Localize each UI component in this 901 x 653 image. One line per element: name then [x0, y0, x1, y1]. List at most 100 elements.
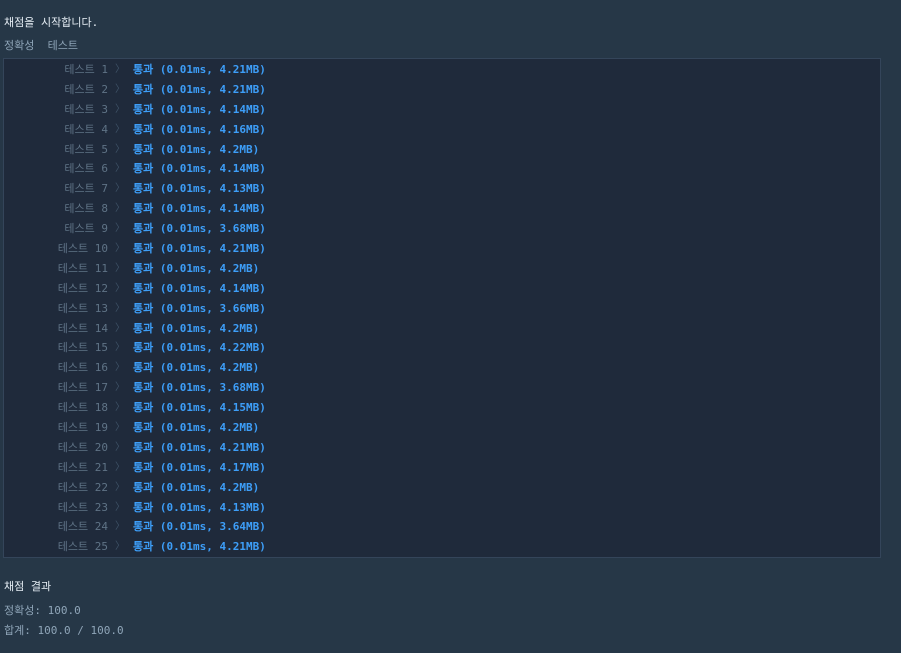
test-label: 테스트 23 [57, 500, 108, 514]
test-result-status: 통과 (0.01ms, 4.2MB) [133, 421, 260, 435]
test-label: 테스트 24 [57, 520, 108, 534]
test-result-row: 테스트 2 〉 통과 (0.01ms, 4.21MB) [4, 80, 880, 100]
test-result-row: 테스트 3 〉 통과 (0.01ms, 4.14MB) [4, 100, 880, 120]
chevron-right-icon: 〉 [115, 103, 125, 115]
test-result-row: 테스트 10 〉 통과 (0.01ms, 4.21MB) [4, 239, 880, 259]
test-label: 테스트 15 [57, 341, 108, 355]
test-result-status: 통과 (0.01ms, 4.13MB) [133, 182, 266, 196]
test-result-status: 통과 (0.01ms, 3.64MB) [133, 520, 266, 534]
test-result-row: 테스트 7 〉 통과 (0.01ms, 4.13MB) [4, 179, 880, 199]
test-label: 테스트 11 [57, 261, 108, 275]
test-result-row: 테스트 20 〉 통과 (0.01ms, 4.21MB) [4, 438, 880, 458]
chevron-right-icon: 〉 [115, 243, 125, 255]
chevron-right-icon: 〉 [115, 322, 125, 334]
test-result-row: 테스트 16 〉 통과 (0.01ms, 4.2MB) [4, 358, 880, 378]
test-result-row: 테스트 4 〉 통과 (0.01ms, 4.16MB) [4, 120, 880, 140]
chevron-right-icon: 〉 [115, 402, 125, 414]
chevron-right-icon: 〉 [115, 203, 125, 215]
test-result-status: 통과 (0.01ms, 4.14MB) [133, 202, 266, 216]
test-result-status: 통과 (0.01ms, 4.21MB) [133, 540, 266, 554]
chevron-right-icon: 〉 [115, 163, 125, 175]
test-result-row: 테스트 6 〉 통과 (0.01ms, 4.14MB) [4, 159, 880, 179]
test-result-row: 테스트 12 〉 통과 (0.01ms, 4.14MB) [4, 279, 880, 299]
test-result-status: 통과 (0.01ms, 4.17MB) [133, 460, 266, 474]
test-label: 테스트 25 [57, 540, 108, 554]
chevron-right-icon: 〉 [115, 223, 125, 235]
test-result-row: 테스트 5 〉 통과 (0.01ms, 4.2MB) [4, 140, 880, 160]
test-label: 테스트 3 [64, 102, 108, 116]
test-label: 테스트 6 [64, 162, 108, 176]
test-result-status: 통과 (0.01ms, 4.2MB) [133, 321, 260, 335]
test-result-status: 통과 (0.01ms, 4.2MB) [133, 361, 260, 375]
test-label: 테스트 19 [57, 421, 108, 435]
test-label: 테스트 4 [64, 122, 108, 136]
test-label: 테스트 16 [57, 361, 108, 375]
chevron-right-icon: 〉 [115, 123, 125, 135]
total-score: 합계: 100.0 / 100.0 [4, 624, 124, 637]
chevron-right-icon: 〉 [115, 441, 125, 453]
test-label: 테스트 8 [64, 202, 108, 216]
accuracy-test-section-label: 정확성 테스트 [4, 39, 78, 52]
test-label: 테스트 9 [64, 222, 108, 236]
test-label: 테스트 10 [57, 242, 108, 256]
test-result-status: 통과 (0.01ms, 4.2MB) [133, 142, 260, 156]
chevron-right-icon: 〉 [115, 282, 125, 294]
test-label: 테스트 20 [57, 440, 108, 454]
chevron-right-icon: 〉 [115, 83, 125, 95]
test-label: 테스트 12 [57, 281, 108, 295]
test-result-status: 통과 (0.01ms, 4.2MB) [133, 261, 260, 275]
chevron-right-icon: 〉 [115, 342, 125, 354]
test-result-status: 통과 (0.01ms, 4.16MB) [133, 122, 266, 136]
test-results-panel: 테스트 1 〉 통과 (0.01ms, 4.21MB) 테스트 2 〉 통과 (0.01m… [3, 58, 881, 558]
chevron-right-icon: 〉 [115, 481, 125, 493]
test-result-row: 테스트 15 〉 통과 (0.01ms, 4.22MB) [4, 338, 880, 358]
grading-start-message: 채점을 시작합니다. [4, 16, 99, 29]
chevron-right-icon: 〉 [115, 382, 125, 394]
test-result-row: 테스트 23 〉 통과 (0.01ms, 4.13MB) [4, 498, 880, 518]
test-label: 테스트 21 [57, 460, 108, 474]
test-label: 테스트 13 [57, 301, 108, 315]
test-label: 테스트 1 [64, 63, 108, 76]
test-result-status: 통과 (0.01ms, 4.13MB) [133, 500, 266, 514]
chevron-right-icon: 〉 [115, 183, 125, 195]
chevron-right-icon: 〉 [115, 143, 125, 155]
chevron-right-icon: 〉 [115, 362, 125, 374]
test-result-row: 테스트 9 〉 통과 (0.01ms, 3.68MB) [4, 219, 880, 239]
chevron-right-icon: 〉 [115, 461, 125, 473]
test-result-row: 테스트 8 〉 통과 (0.01ms, 4.14MB) [4, 199, 880, 219]
chevron-right-icon: 〉 [115, 262, 125, 274]
test-results-list: 테스트 1 〉 통과 (0.01ms, 4.21MB) 테스트 2 〉 통과 (0.01m… [4, 60, 880, 557]
test-result-status: 통과 (0.01ms, 4.15MB) [133, 401, 266, 415]
test-result-row: 테스트 13 〉 통과 (0.01ms, 3.66MB) [4, 299, 880, 319]
test-result-status: 통과 (0.01ms, 3.66MB) [133, 301, 266, 315]
test-result-row: 테스트 1 〉 통과 (0.01ms, 4.21MB) [4, 60, 880, 80]
test-result-status: 통과 (0.01ms, 4.14MB) [133, 102, 266, 116]
test-result-row: 테스트 25 〉 통과 (0.01ms, 4.21MB) [4, 537, 880, 557]
chevron-right-icon: 〉 [115, 541, 125, 553]
test-result-row: 테스트 22 〉 통과 (0.01ms, 4.2MB) [4, 478, 880, 498]
test-result-status: 통과 (0.01ms, 4.21MB) [133, 63, 266, 76]
test-label: 테스트 22 [57, 480, 108, 494]
test-label: 테스트 17 [57, 381, 108, 395]
test-result-status: 통과 (0.01ms, 4.22MB) [133, 341, 266, 355]
test-label: 테스트 2 [64, 82, 108, 96]
test-label: 테스트 5 [64, 142, 108, 156]
test-result-status: 통과 (0.01ms, 4.21MB) [133, 242, 266, 256]
test-result-status: 통과 (0.01ms, 4.14MB) [133, 162, 266, 176]
test-label: 테스트 14 [57, 321, 108, 335]
test-label: 테스트 18 [57, 401, 108, 415]
test-result-status: 통과 (0.01ms, 3.68MB) [133, 381, 266, 395]
chevron-right-icon: 〉 [115, 521, 125, 533]
test-result-row: 테스트 19 〉 통과 (0.01ms, 4.2MB) [4, 418, 880, 438]
chevron-right-icon: 〉 [115, 302, 125, 314]
test-result-status: 통과 (0.01ms, 4.14MB) [133, 281, 266, 295]
test-result-row: 테스트 11 〉 통과 (0.01ms, 4.2MB) [4, 259, 880, 279]
test-result-row: 테스트 21 〉 통과 (0.01ms, 4.17MB) [4, 458, 880, 478]
test-result-status: 통과 (0.01ms, 3.68MB) [133, 222, 266, 236]
test-result-status: 통과 (0.01ms, 4.2MB) [133, 480, 260, 494]
accuracy-score: 정확성: 100.0 [4, 604, 81, 617]
chevron-right-icon: 〉 [115, 501, 125, 513]
test-result-status: 통과 (0.01ms, 4.21MB) [133, 440, 266, 454]
test-result-row: 테스트 18 〉 통과 (0.01ms, 4.15MB) [4, 398, 880, 418]
test-result-row: 테스트 14 〉 통과 (0.01ms, 4.2MB) [4, 319, 880, 339]
